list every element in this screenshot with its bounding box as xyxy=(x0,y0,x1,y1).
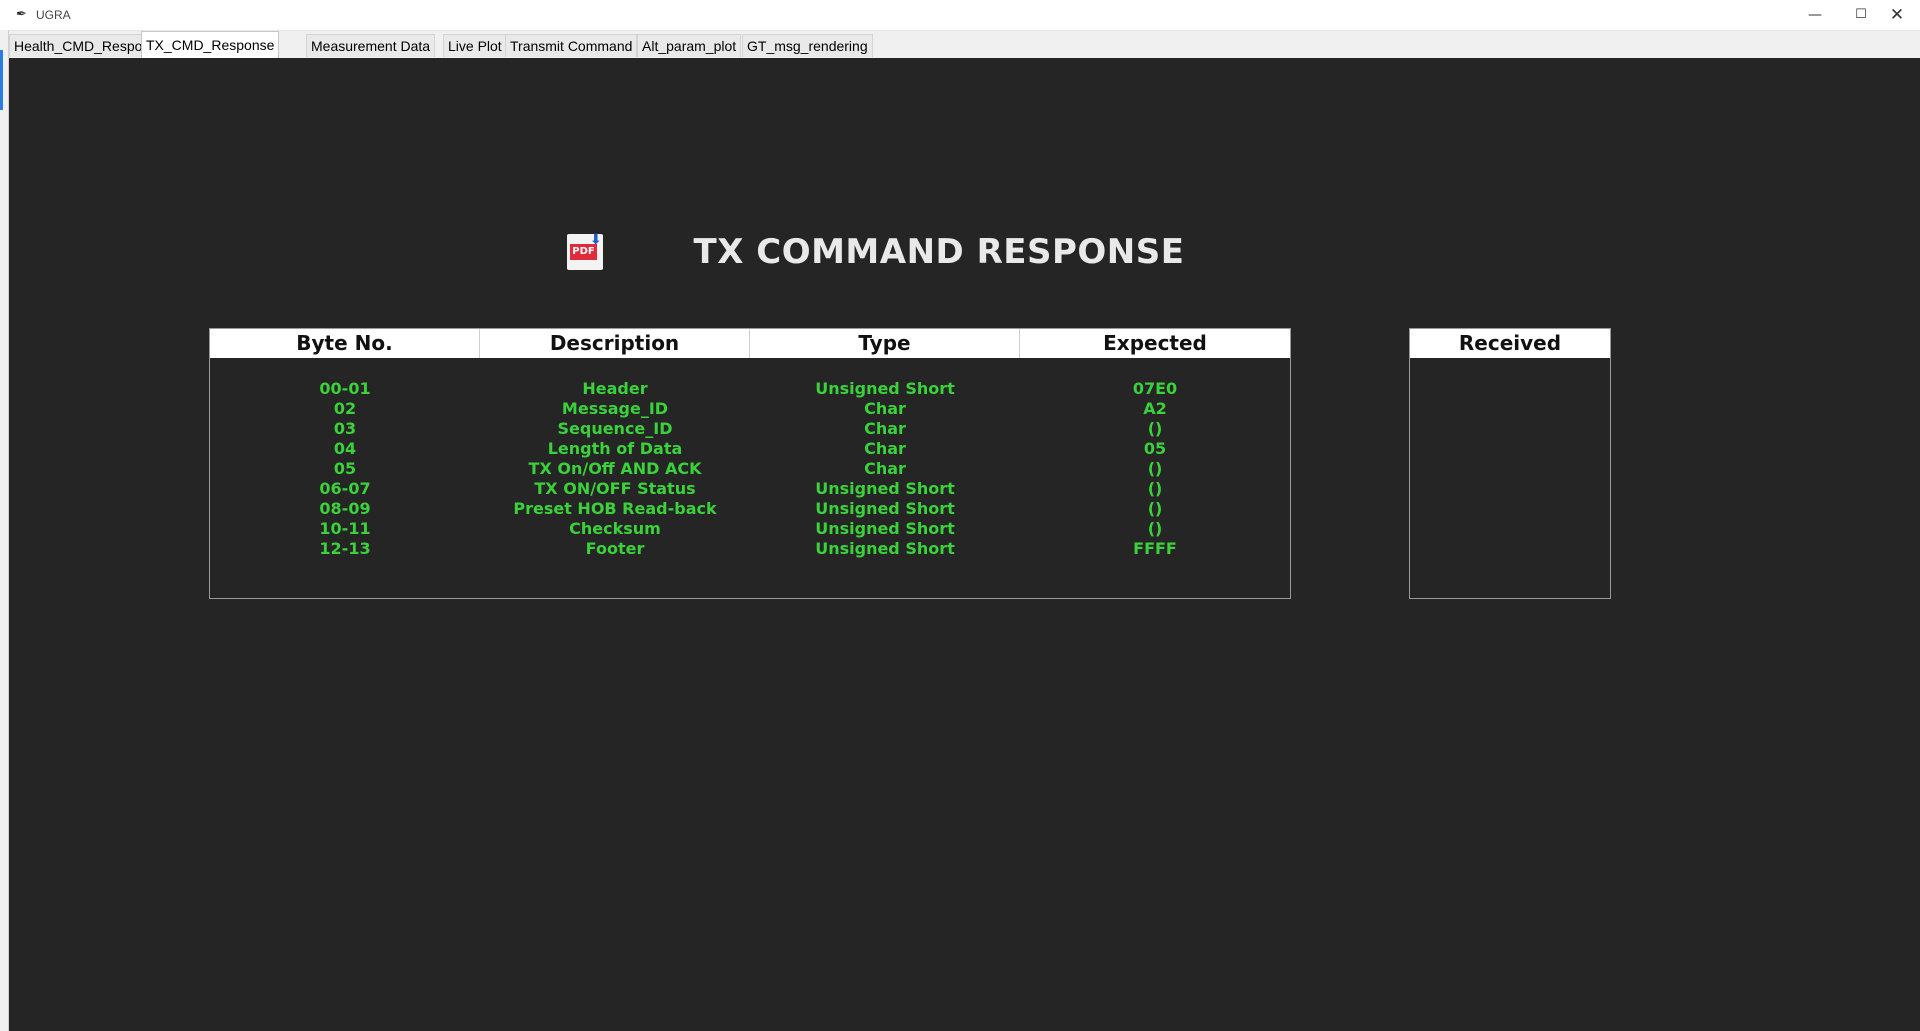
cell-expected: () xyxy=(1147,499,1163,518)
cell-expected: 05 xyxy=(1143,439,1167,458)
cell-byte-no: 03 xyxy=(333,419,357,438)
cell-byte-no: 06-07 xyxy=(319,479,371,498)
table-row: 00-01 Header Unsigned Short 07E0 xyxy=(210,379,1290,399)
cell-type: Unsigned Short xyxy=(815,539,955,558)
cell-description: Length of Data xyxy=(547,439,683,458)
table-body: 00-01 Header Unsigned Short 07E0 02 Mess… xyxy=(210,379,1290,559)
cell-description: Header xyxy=(582,379,648,398)
table-row: 10-11 Checksum Unsigned Short () xyxy=(210,519,1290,539)
table-row: 06-07 TX ON/OFF Status Unsigned Short () xyxy=(210,479,1290,499)
minimize-button[interactable]: — xyxy=(1792,0,1838,30)
tab-content-panel: ⬇ PDF TX COMMAND RESPONSE Byte No. Descr… xyxy=(9,58,1920,1031)
cell-byte-no: 12-13 xyxy=(319,539,371,558)
cell-type: Char xyxy=(864,419,906,438)
cell-byte-no: 08-09 xyxy=(319,499,371,518)
cell-byte-no: 02 xyxy=(333,399,357,418)
table-row: 12-13 Footer Unsigned Short FFFF xyxy=(210,539,1290,559)
pdf-download-icon[interactable]: ⬇ PDF xyxy=(567,232,603,270)
header-type: Type xyxy=(750,329,1020,358)
window-title-bar: ✒ UGRA — ☐ ✕ xyxy=(0,0,1920,31)
received-panel: Received xyxy=(1409,328,1611,599)
cell-type: Char xyxy=(864,459,906,478)
cell-expected: FFFF xyxy=(1133,539,1177,558)
cell-description: Footer xyxy=(585,539,645,558)
tab-measurement-data[interactable]: Measurement Data xyxy=(306,34,436,57)
received-header: Received xyxy=(1410,329,1610,358)
feather-icon: ✒ xyxy=(16,7,27,22)
header-description: Description xyxy=(480,329,750,358)
pdf-label: PDF xyxy=(570,244,597,260)
tab-gt-msg-rendering[interactable]: GT_msg_rendering xyxy=(742,34,873,57)
cell-byte-no: 04 xyxy=(333,439,357,458)
cell-type: Unsigned Short xyxy=(815,479,955,498)
cell-expected: () xyxy=(1147,459,1163,478)
tab-live-plot[interactable]: Live Plot xyxy=(443,34,507,57)
cell-expected: 07E0 xyxy=(1132,379,1178,398)
cell-type: Unsigned Short xyxy=(815,379,955,398)
table-row: 05 TX On/Off AND ACK Char () xyxy=(210,459,1290,479)
table-row: 04 Length of Data Char 05 xyxy=(210,439,1290,459)
close-button[interactable]: ✕ xyxy=(1874,0,1920,30)
cell-description: Sequence_ID xyxy=(557,419,673,438)
table-row: 03 Sequence_ID Char () xyxy=(210,419,1290,439)
table-row: 02 Message_ID Char A2 xyxy=(210,399,1290,419)
header-byte-no: Byte No. xyxy=(210,329,480,358)
cell-type: Char xyxy=(864,399,906,418)
cell-expected: () xyxy=(1147,479,1163,498)
cell-expected: () xyxy=(1147,519,1163,538)
cell-byte-no: 10-11 xyxy=(319,519,371,538)
cell-type: Unsigned Short xyxy=(815,519,955,538)
cell-expected: A2 xyxy=(1143,399,1167,418)
cell-type: Unsigned Short xyxy=(815,499,955,518)
notebook-tab-bar: Health_CMD_Response TX_CMD_Response Meas… xyxy=(9,31,1920,58)
page-title: TX COMMAND RESPONSE xyxy=(693,232,1185,272)
header-expected: Expected xyxy=(1103,331,1207,355)
cell-description: TX ON/OFF Status xyxy=(534,479,696,498)
table-row: 08-09 Preset HOB Read-back Unsigned Shor… xyxy=(210,499,1290,519)
cell-description: Preset HOB Read-back xyxy=(513,499,717,518)
cell-byte-no: 00-01 xyxy=(319,379,371,398)
response-table: Byte No. Description Type Expected 00-01… xyxy=(209,328,1291,599)
cell-byte-no: 05 xyxy=(333,459,357,478)
left-edge-strip xyxy=(0,30,9,1031)
cell-description: Message_ID xyxy=(561,399,669,418)
cell-type: Char xyxy=(864,439,906,458)
tab-alt-param-plot[interactable]: Alt_param_plot xyxy=(637,34,742,57)
window-title: UGRA xyxy=(36,8,71,22)
cell-expected: () xyxy=(1147,419,1163,438)
tab-tx-cmd-response[interactable]: TX_CMD_Response xyxy=(141,31,280,58)
table-header: Byte No. Description Type Expected xyxy=(210,329,1290,358)
tab-transmit-command[interactable]: Transmit Command xyxy=(505,34,638,57)
cell-description: TX On/Off AND ACK xyxy=(528,459,702,478)
focus-accent xyxy=(0,50,3,110)
cell-description: Checksum xyxy=(569,519,661,538)
